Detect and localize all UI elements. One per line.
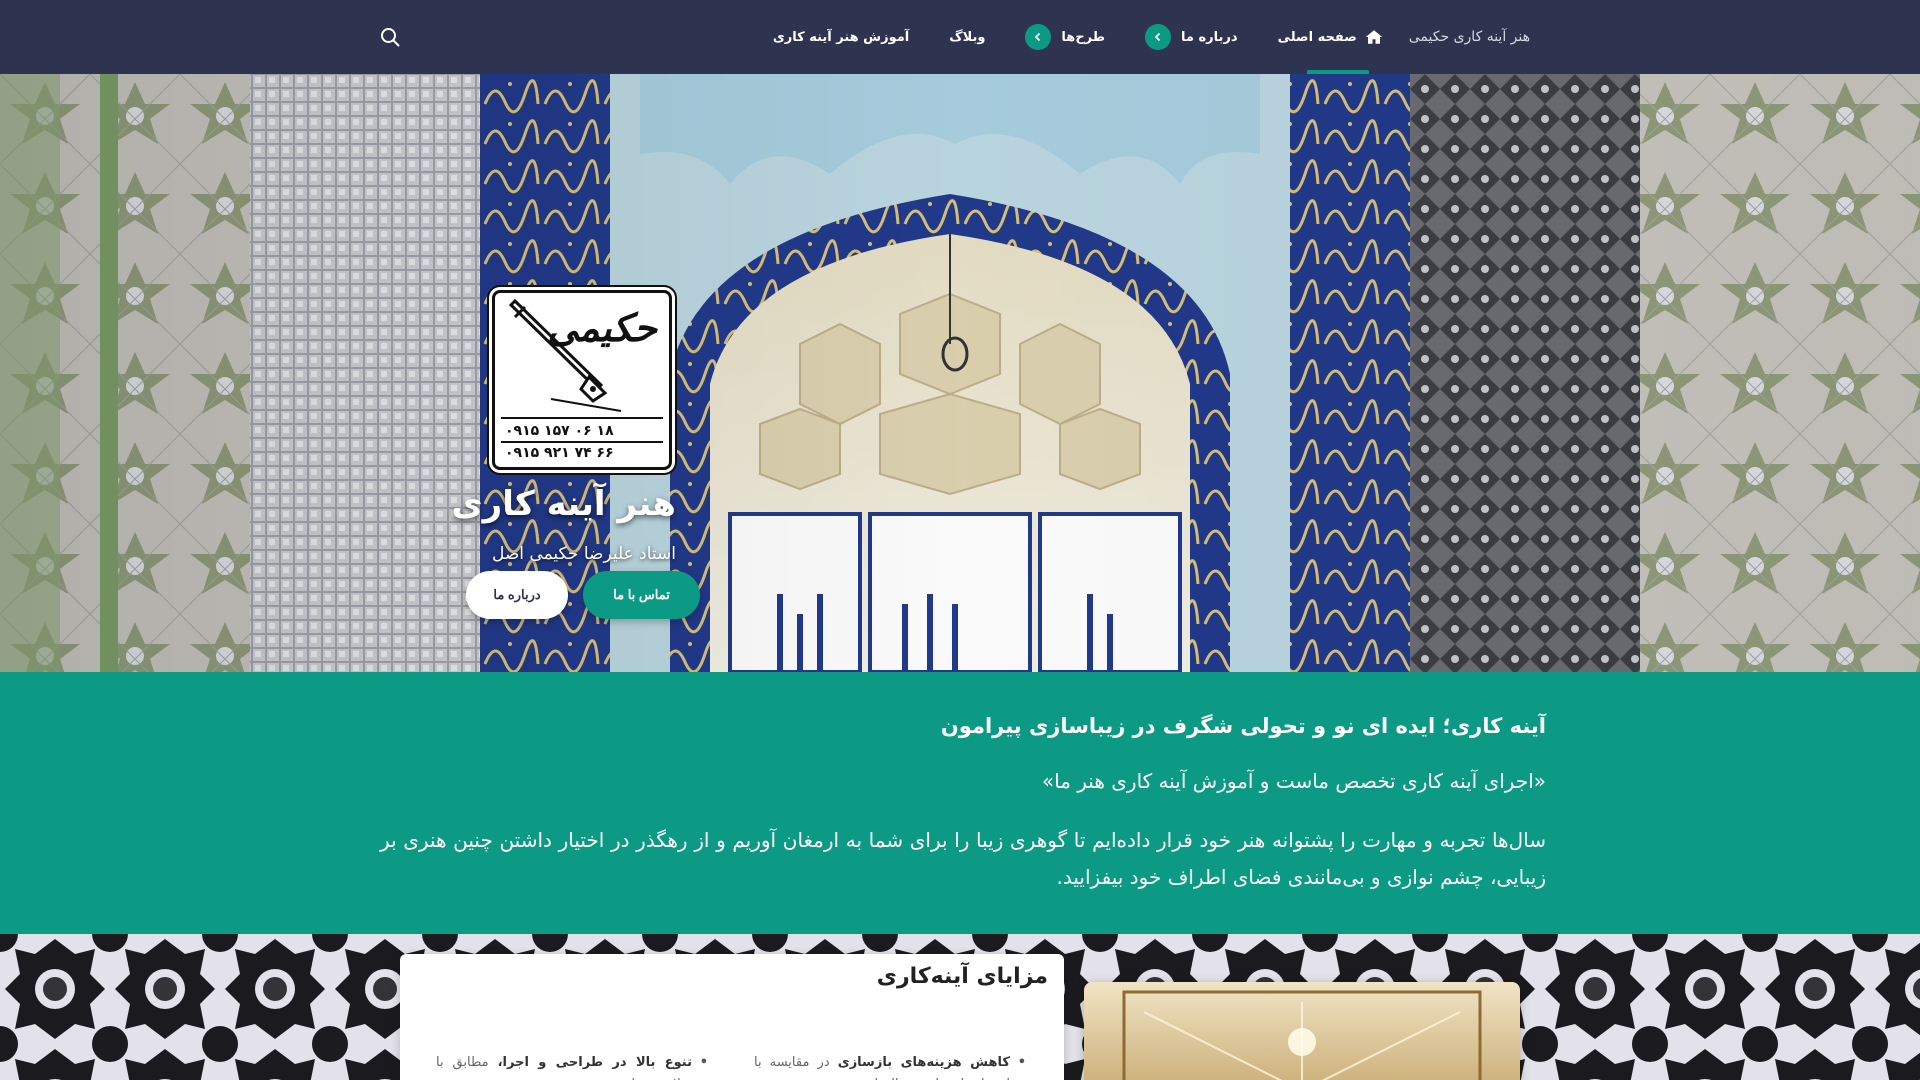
feature-item-bold: کاهش هزینه‌های بازسازی	[837, 1055, 1010, 1070]
nav-label-training: آموزش هنر آینه کاری	[772, 29, 910, 45]
features-card: مزایای آینه‌کاری کاهش هزینه‌های بازسازی …	[400, 954, 1064, 1080]
hero-overlay	[0, 74, 1920, 672]
logo-phone-1: ۰۹۱۵ ۱۵۷ ۰۶ ۱۸	[505, 423, 614, 439]
nav-container: هنر آینه کاری حکیمی صفحه اصلی درباره ما …	[380, 0, 1530, 74]
hero-section: حکیمی ۰۹۱۵ ۱۵۷ ۰۶ ۱۸ ۰۹۱۵ ۹۲۱ ۷۴ ۶۶ هنر …	[0, 74, 1920, 672]
logo-phone-2: ۰۹۱۵ ۹۲۱ ۷۴ ۶۶	[505, 445, 614, 461]
contact-us-button[interactable]: تماس با ما	[583, 571, 700, 619]
intro-quote: «اجرای آینه کاری تخصص ماست و آموزش آینه …	[1041, 769, 1546, 793]
pen-icon	[508, 299, 622, 412]
intro-section: آینه کاری؛ ایده ای نو و تحولی شگرف در زی…	[0, 672, 1920, 934]
nav-item-home[interactable]: صفحه اصلی	[1278, 0, 1383, 74]
logo-divider	[501, 417, 663, 419]
feature-item-bold: تنوع بالا در طراحی و اجرا،	[497, 1055, 692, 1070]
about-us-button[interactable]: درباره ما	[466, 571, 568, 619]
logo-divider	[501, 441, 663, 443]
nav-item-designs[interactable]: طرح‌ها	[1025, 0, 1105, 74]
features-title: مزایای آینه‌کاری	[876, 964, 1048, 989]
features-section: مزایای آینه‌کاری کاهش هزینه‌های بازسازی …	[0, 934, 1920, 1080]
search-icon[interactable]	[380, 27, 400, 47]
nav-item-about[interactable]: درباره ما	[1145, 0, 1238, 74]
feature-image	[1084, 982, 1520, 1080]
nav-item-training[interactable]: آموزش هنر آینه کاری	[773, 0, 909, 74]
nav-label-designs: طرح‌ها	[1061, 29, 1106, 45]
chevron-left-icon[interactable]	[1145, 24, 1172, 50]
brand-logo: حکیمی ۰۹۱۵ ۱۵۷ ۰۶ ۱۸ ۰۹۱۵ ۹۲۱ ۷۴ ۶۶	[492, 290, 672, 470]
top-navbar: هنر آینه کاری حکیمی صفحه اصلی درباره ما …	[0, 0, 1920, 74]
chevron-left-icon[interactable]	[1025, 24, 1052, 50]
intro-body: سال‌ها تجربه و مهارت را پشتوانه هنر خود …	[380, 828, 1546, 889]
nav-label-blog: وبلاگ	[949, 29, 986, 45]
site-brand[interactable]: هنر آینه کاری حکیمی	[1409, 29, 1530, 45]
hero-subtitle: استاد علیرضا حکیمی اصل	[491, 544, 676, 564]
intro-heading: آینه کاری؛ ایده ای نو و تحولی شگرف در زی…	[940, 714, 1546, 738]
home-icon	[1365, 30, 1383, 44]
nav-label-home: صفحه اصلی	[1277, 29, 1357, 45]
hero-title: هنر آینه کاری	[451, 484, 676, 524]
main-menu: صفحه اصلی درباره ما طرح‌ها وبلاگ آموزش ه…	[733, 0, 1383, 74]
nav-item-blog[interactable]: وبلاگ	[949, 0, 985, 74]
feature-item: تنوع بالا در طراحی و اجرا، مطابق با سلای…	[436, 1052, 708, 1080]
nav-label-about: درباره ما	[1181, 29, 1238, 45]
feature-item: کاهش هزینه‌های بازسازی در مقایسه با استف…	[754, 1052, 1026, 1080]
features-list: کاهش هزینه‌های بازسازی در مقایسه با استف…	[436, 1052, 1026, 1080]
